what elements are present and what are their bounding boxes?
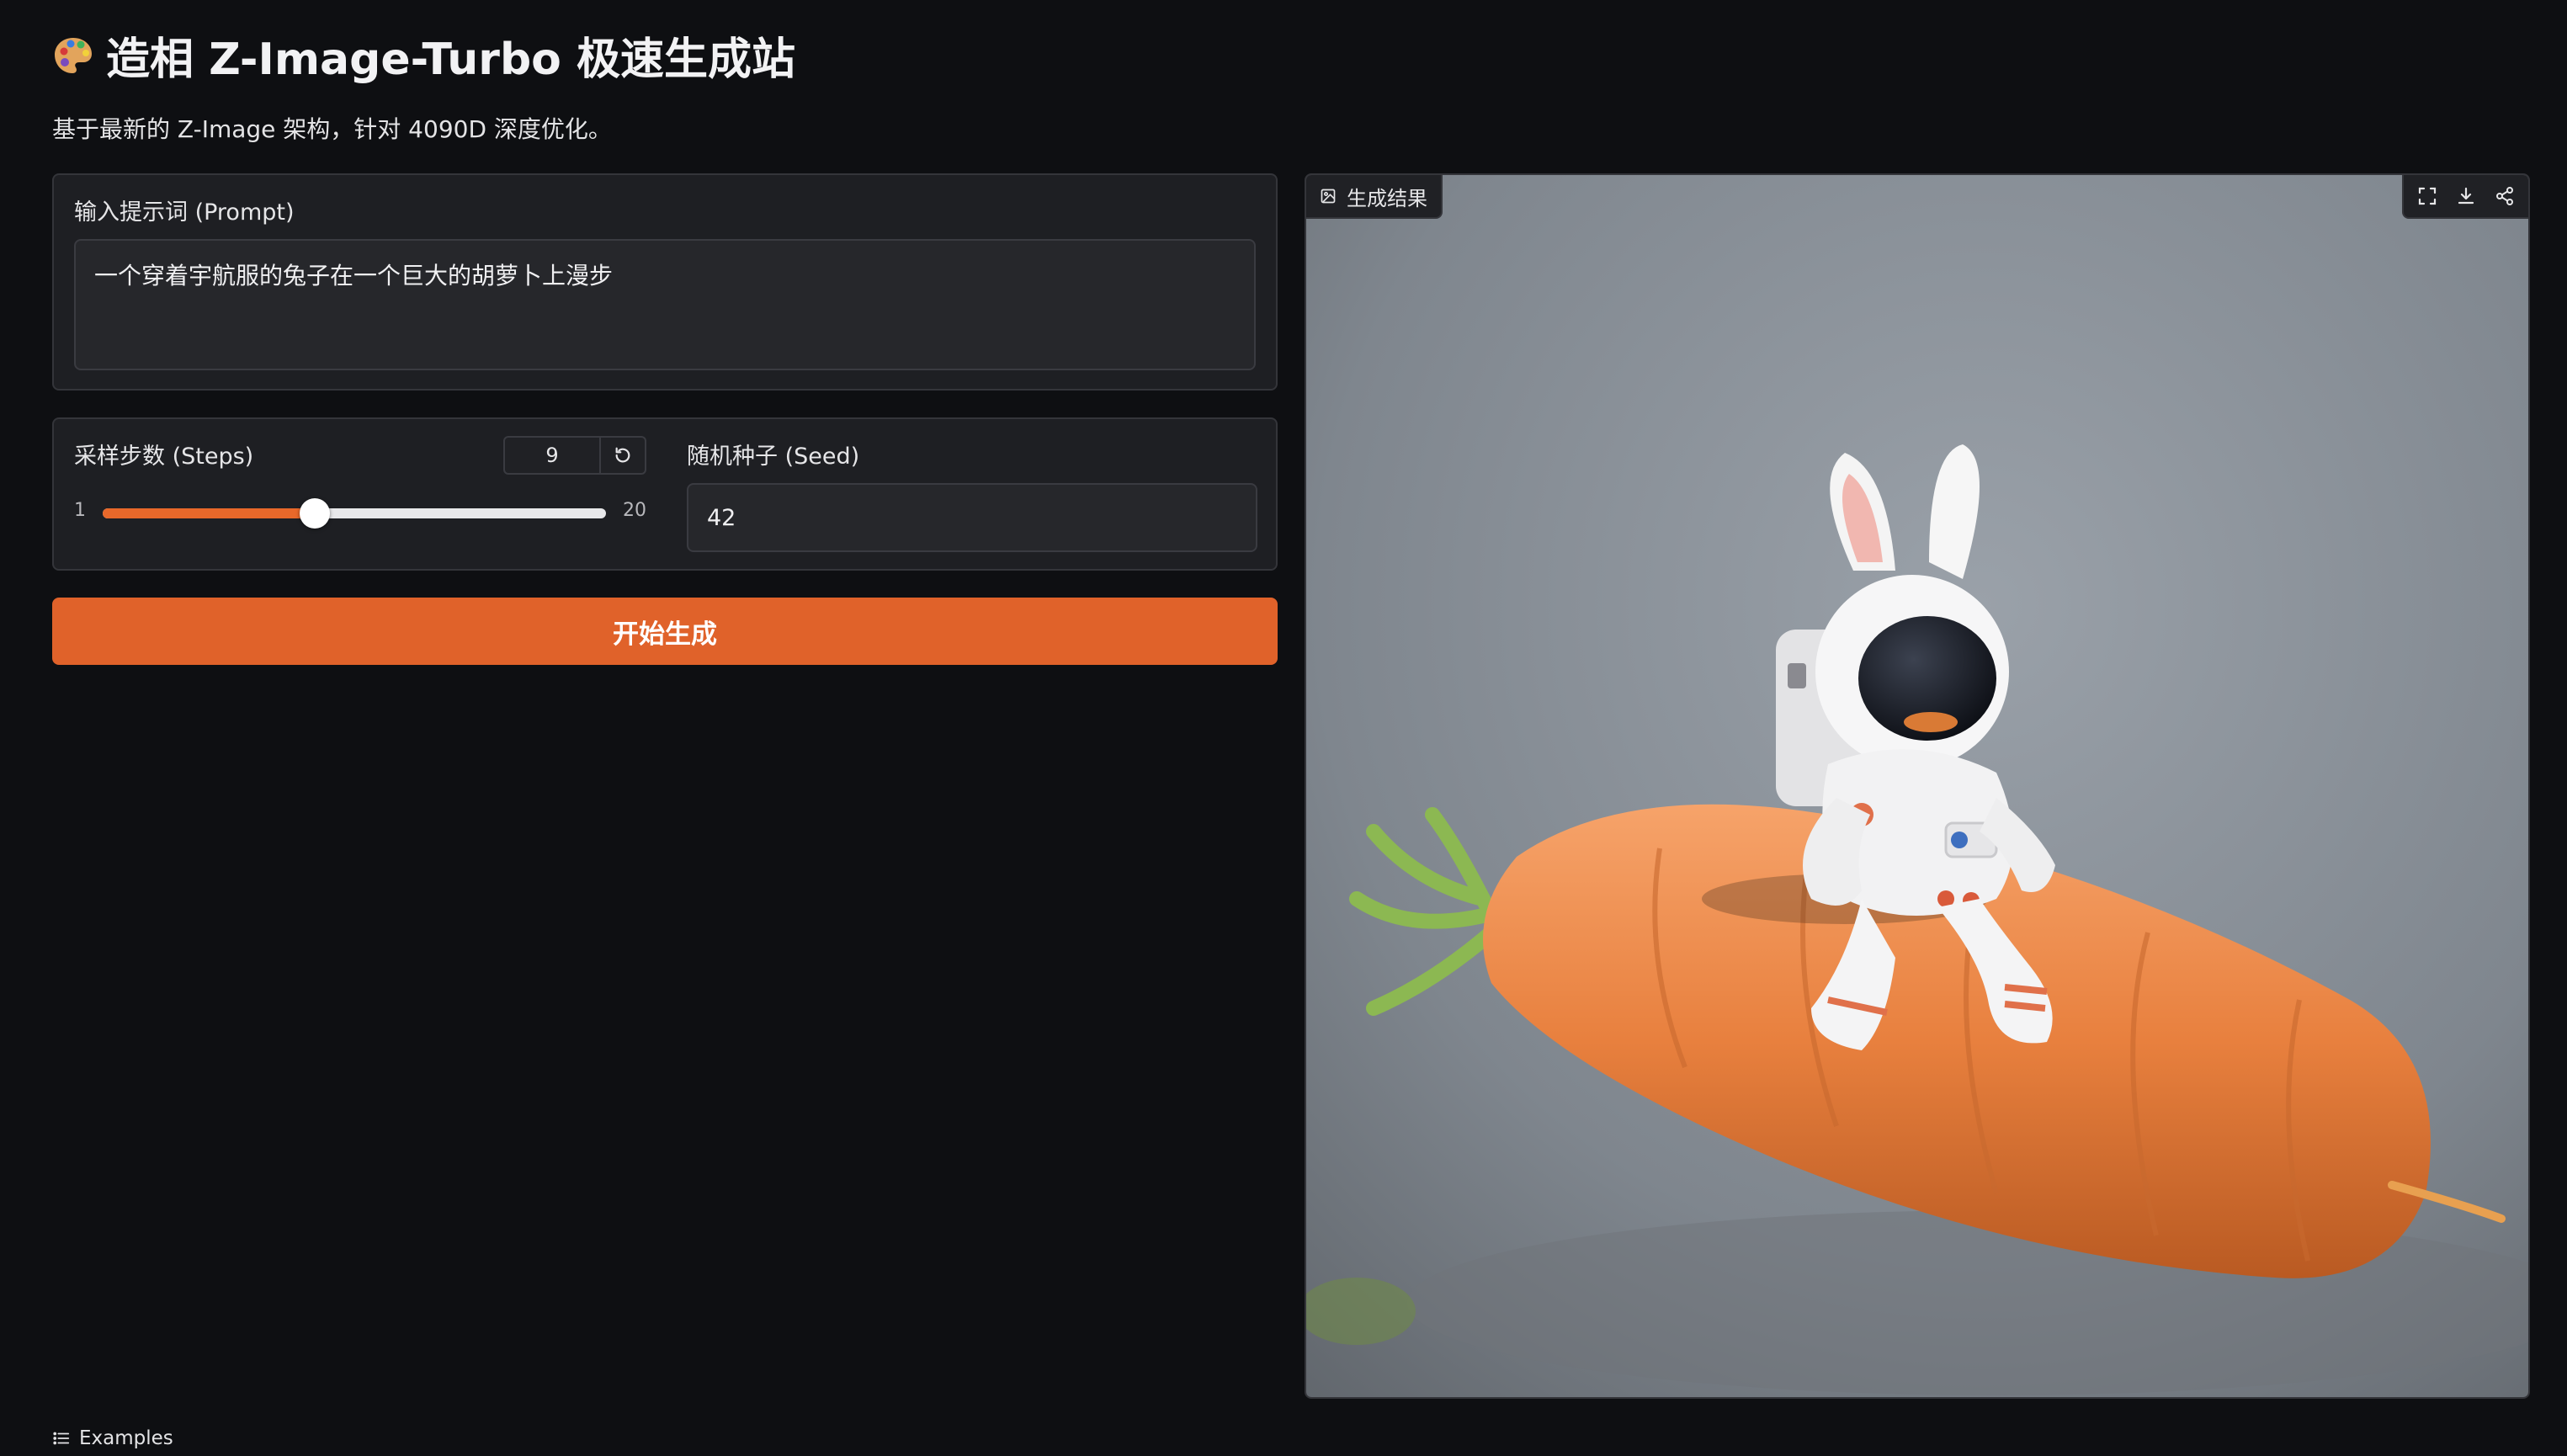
fullscreen-button[interactable] bbox=[2409, 178, 2446, 215]
page-subtitle: 基于最新的 Z-Image 架构，针对 4090D 深度优化。 bbox=[52, 115, 612, 143]
share-button[interactable] bbox=[2486, 178, 2523, 215]
share-icon bbox=[2496, 187, 2513, 205]
examples-toggle[interactable]: Examples bbox=[52, 1427, 173, 1449]
prompt-panel: 输入提示词 (Prompt) 一个穿着宇航服的兔子在一个巨大的胡萝卜上漫步 bbox=[52, 173, 1278, 391]
steps-min-label: 1 bbox=[74, 500, 86, 521]
output-panel: 生成结果 bbox=[1305, 173, 2530, 1399]
palette-icon bbox=[55, 37, 92, 73]
seed-input[interactable]: 42 bbox=[687, 483, 1257, 552]
steps-slider[interactable] bbox=[103, 498, 606, 529]
list-icon bbox=[53, 1432, 70, 1445]
controls-panel: 采样步数 (Steps) 9 1 20 随机种子 (Seed) 42 bbox=[52, 417, 1278, 571]
steps-max-label: 20 bbox=[623, 500, 646, 521]
prompt-textarea[interactable]: 一个穿着宇航服的兔子在一个巨大的胡萝卜上漫步 bbox=[74, 239, 1256, 370]
page-title-text: 造相 Z-Image-Turbo 极速生成站 bbox=[106, 35, 796, 85]
image-icon bbox=[1321, 189, 1336, 204]
reset-icon bbox=[615, 447, 630, 463]
download-icon bbox=[2458, 187, 2474, 205]
steps-value[interactable]: 9 bbox=[505, 438, 599, 473]
download-button[interactable] bbox=[2447, 178, 2485, 215]
output-toolbar bbox=[2402, 175, 2528, 219]
examples-label: Examples bbox=[79, 1427, 173, 1449]
generate-button[interactable]: 开始生成 bbox=[52, 598, 1278, 665]
page-title: 造相 Z-Image-Turbo 极速生成站 bbox=[52, 24, 795, 87]
steps-label: 采样步数 (Steps) bbox=[74, 444, 254, 470]
steps-slider-fill bbox=[103, 508, 315, 518]
steps-slider-thumb[interactable] bbox=[299, 498, 330, 529]
generated-image bbox=[1306, 175, 2528, 1397]
reset-button[interactable] bbox=[599, 438, 645, 473]
seed-label: 随机种子 (Seed) bbox=[687, 444, 860, 470]
prompt-label: 输入提示词 (Prompt) bbox=[74, 199, 295, 226]
fullscreen-icon bbox=[2418, 187, 2437, 205]
output-label-text: 生成结果 bbox=[1347, 186, 1427, 210]
output-label: 生成结果 bbox=[1306, 175, 1443, 219]
steps-number-input[interactable]: 9 bbox=[503, 436, 646, 475]
